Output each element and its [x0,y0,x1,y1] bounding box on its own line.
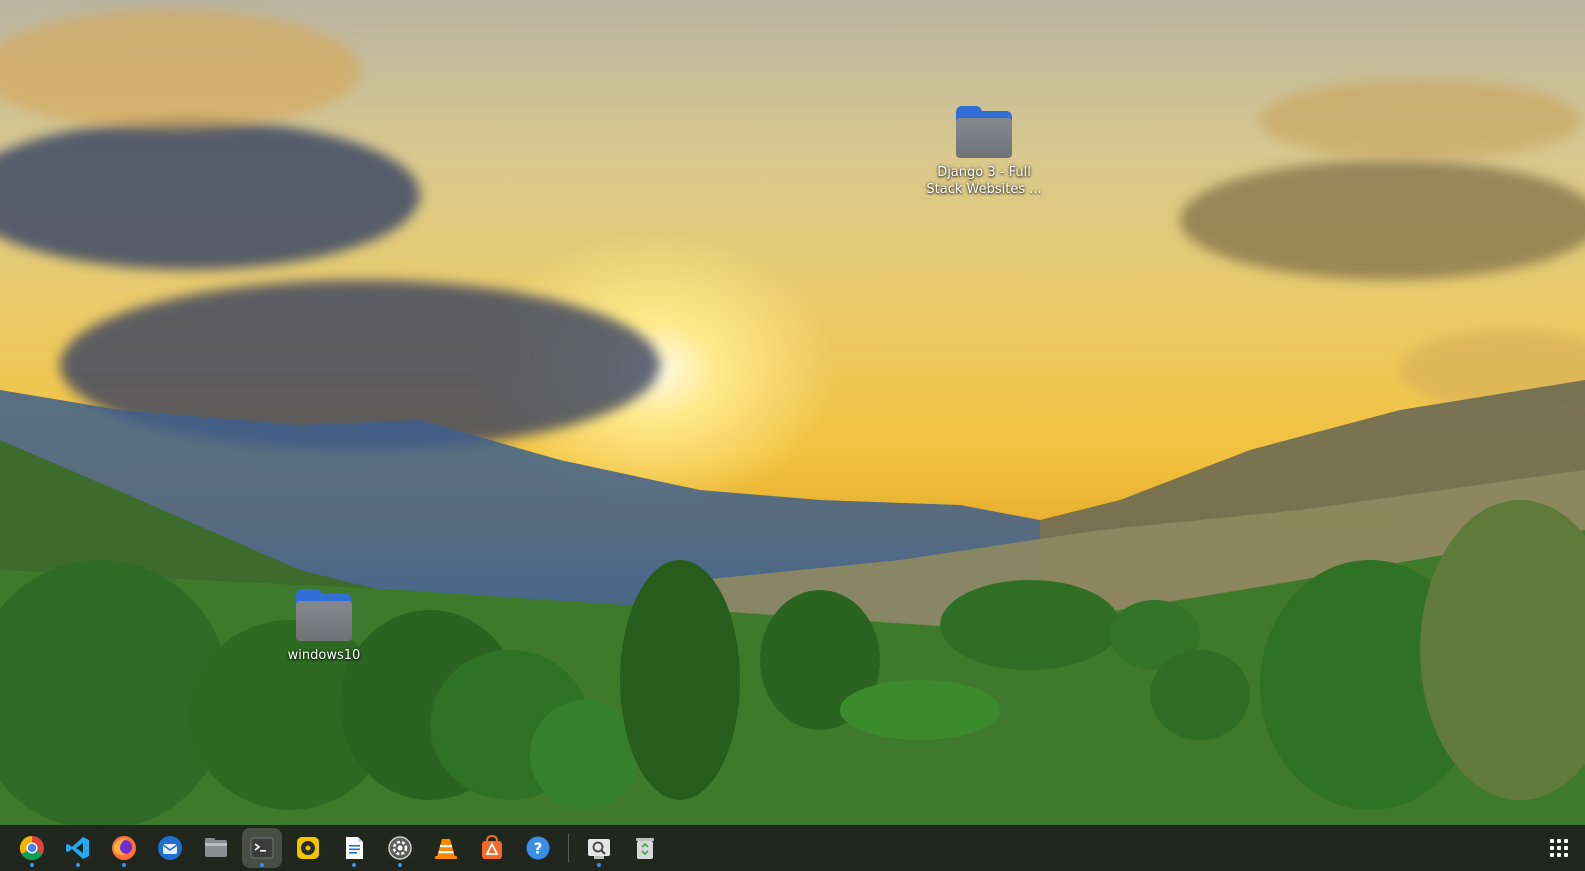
folder-icon [956,106,1012,158]
dock-item-vscode[interactable] [58,828,98,868]
dock-item-software[interactable] [472,828,512,868]
desktop-icon-django-folder[interactable]: Django 3 - Full Stack Websites ... [919,106,1049,198]
dock-item-vlc[interactable] [426,828,466,868]
dock-item-screenshot[interactable] [579,828,619,868]
dock-item-help[interactable]: ? [518,828,558,868]
settings-icon [388,836,412,860]
vscode-icon [66,837,89,859]
software-icon [482,835,502,859]
dock-item-writer[interactable] [334,828,374,868]
writer-icon [346,837,363,859]
desktop[interactable]: Django 3 - Full Stack Websites ... windo… [0,0,1585,871]
show-applications-icon[interactable] [1545,834,1573,862]
dock-item-chrome[interactable] [12,828,52,868]
trash-icon [636,838,654,859]
dock-separator [568,834,569,862]
dock-item-files[interactable] [196,828,236,868]
screenshot-icon [588,839,610,859]
dock-item-rhythmbox[interactable] [288,828,328,868]
chrome-icon [19,836,44,861]
dock-item-terminal[interactable] [242,828,282,868]
dock-item-settings[interactable] [380,828,420,868]
thunderbird-icon [158,836,182,860]
firefox-icon [112,836,136,860]
help-icon: ? [526,836,550,860]
dock-item-firefox[interactable] [104,828,144,868]
files-icon [205,838,227,857]
dock-item-thunderbird[interactable] [150,828,190,868]
desktop-icon-windows10-folder[interactable]: windows10 [259,589,389,664]
dock: ? [0,825,1585,871]
svg-text:?: ? [534,840,543,858]
vlc-icon [435,839,457,859]
desktop-icon-label: windows10 [287,648,361,663]
folder-icon [296,589,352,641]
rhythmbox-icon [297,837,319,859]
terminal-icon [250,837,274,859]
desktop-icon-label: Django 3 - Full Stack Websites ... [926,165,1042,197]
dock-item-trash[interactable] [625,828,665,868]
